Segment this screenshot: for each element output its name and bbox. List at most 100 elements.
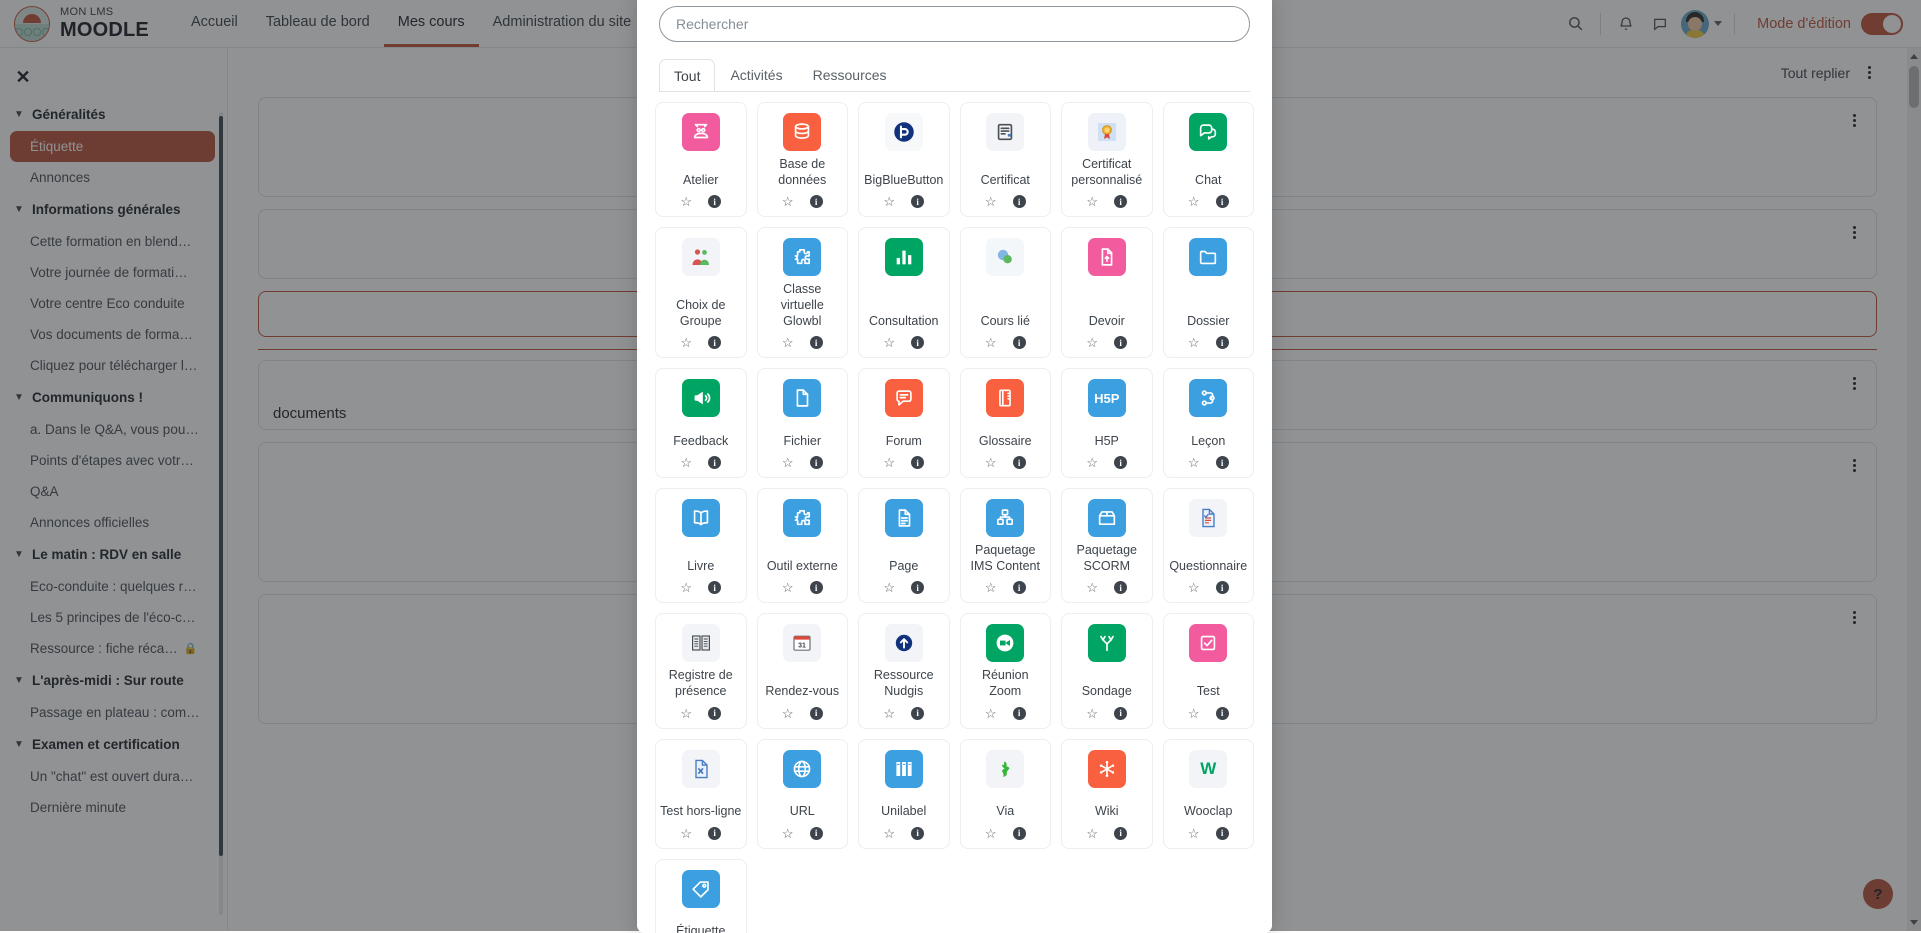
info-icon[interactable]: i [1013, 581, 1026, 594]
star-icon[interactable]: ☆ [883, 336, 895, 349]
star-icon[interactable]: ☆ [1086, 195, 1098, 208]
activity-chooser-card[interactable]: Classe virtuelle Glowbl☆i [757, 227, 849, 358]
info-icon[interactable]: i [1114, 827, 1127, 840]
info-icon[interactable]: i [1114, 195, 1127, 208]
activity-chooser-card[interactable]: Page☆i [858, 488, 950, 603]
star-icon[interactable]: ☆ [985, 581, 997, 594]
star-icon[interactable]: ☆ [782, 195, 794, 208]
star-icon[interactable]: ☆ [680, 195, 692, 208]
star-icon[interactable]: ☆ [1188, 827, 1200, 840]
star-icon[interactable]: ☆ [782, 827, 794, 840]
info-icon[interactable]: i [1216, 456, 1229, 469]
star-icon[interactable]: ☆ [680, 336, 692, 349]
star-icon[interactable]: ☆ [680, 456, 692, 469]
star-icon[interactable]: ☆ [1188, 336, 1200, 349]
activity-chooser-card[interactable]: Registre de présence☆i [655, 613, 747, 728]
info-icon[interactable]: i [911, 827, 924, 840]
star-icon[interactable]: ☆ [782, 336, 794, 349]
activity-chooser-card[interactable]: Fichier☆i [757, 368, 849, 478]
activity-chooser-card[interactable]: Unilabel☆i [858, 739, 950, 849]
activity-chooser-card[interactable]: Paquetage SCORM☆i [1061, 488, 1153, 603]
activity-chooser-card[interactable]: 31Rendez-vous☆i [757, 613, 849, 728]
info-icon[interactable]: i [911, 336, 924, 349]
info-icon[interactable]: i [810, 456, 823, 469]
tab-tout[interactable]: Tout [659, 59, 715, 92]
activity-chooser-card[interactable]: Étiquette☆i [655, 859, 747, 933]
info-icon[interactable]: i [1216, 336, 1229, 349]
tab-activites[interactable]: Activités [715, 58, 797, 91]
info-icon[interactable]: i [1013, 336, 1026, 349]
activity-chooser-card[interactable]: Base de données☆i [757, 102, 849, 217]
info-icon[interactable]: i [1114, 456, 1127, 469]
activity-chooser-card[interactable]: Chat☆i [1163, 102, 1255, 217]
star-icon[interactable]: ☆ [1188, 195, 1200, 208]
star-icon[interactable]: ☆ [680, 827, 692, 840]
activity-chooser-card[interactable]: Leçon☆i [1163, 368, 1255, 478]
activity-chooser-card[interactable]: Via☆i [960, 739, 1052, 849]
info-icon[interactable]: i [1216, 195, 1229, 208]
info-icon[interactable]: i [810, 336, 823, 349]
star-icon[interactable]: ☆ [782, 707, 794, 720]
star-icon[interactable]: ☆ [985, 195, 997, 208]
info-icon[interactable]: i [708, 707, 721, 720]
search-input[interactable] [659, 6, 1250, 42]
star-icon[interactable]: ☆ [883, 456, 895, 469]
activity-chooser-card[interactable]: Questionnaire☆i [1163, 488, 1255, 603]
activity-chooser-card[interactable]: H5PH5P☆i [1061, 368, 1153, 478]
activity-chooser-card[interactable]: Certificat☆i [960, 102, 1052, 217]
star-icon[interactable]: ☆ [1188, 456, 1200, 469]
star-icon[interactable]: ☆ [1086, 827, 1098, 840]
activity-chooser-card[interactable]: Réunion Zoom☆i [960, 613, 1052, 728]
activity-chooser-card[interactable]: Glossaire☆i [960, 368, 1052, 478]
activity-chooser-card[interactable]: WWooclap☆i [1163, 739, 1255, 849]
info-icon[interactable]: i [1216, 827, 1229, 840]
activity-chooser-card[interactable]: Ressource Nudgis☆i [858, 613, 950, 728]
star-icon[interactable]: ☆ [985, 456, 997, 469]
activity-chooser-card[interactable]: URL☆i [757, 739, 849, 849]
activity-chooser-card[interactable]: Dossier☆i [1163, 227, 1255, 358]
activity-chooser-card[interactable]: Cours lié☆i [960, 227, 1052, 358]
info-icon[interactable]: i [708, 581, 721, 594]
info-icon[interactable]: i [1013, 827, 1026, 840]
star-icon[interactable]: ☆ [1188, 707, 1200, 720]
activity-chooser-card[interactable]: Devoir☆i [1061, 227, 1153, 358]
info-icon[interactable]: i [911, 456, 924, 469]
star-icon[interactable]: ☆ [782, 456, 794, 469]
info-icon[interactable]: i [1114, 336, 1127, 349]
info-icon[interactable]: i [911, 581, 924, 594]
star-icon[interactable]: ☆ [1086, 707, 1098, 720]
info-icon[interactable]: i [708, 195, 721, 208]
star-icon[interactable]: ☆ [1086, 456, 1098, 469]
info-icon[interactable]: i [708, 456, 721, 469]
info-icon[interactable]: i [911, 707, 924, 720]
star-icon[interactable]: ☆ [1086, 336, 1098, 349]
info-icon[interactable]: i [810, 827, 823, 840]
tab-ressources[interactable]: Ressources [798, 58, 902, 91]
star-icon[interactable]: ☆ [985, 336, 997, 349]
star-icon[interactable]: ☆ [985, 827, 997, 840]
star-icon[interactable]: ☆ [883, 827, 895, 840]
info-icon[interactable]: i [708, 336, 721, 349]
star-icon[interactable]: ☆ [680, 581, 692, 594]
star-icon[interactable]: ☆ [680, 707, 692, 720]
activity-chooser-card[interactable]: Paquetage IMS Content☆i [960, 488, 1052, 603]
info-icon[interactable]: i [810, 707, 823, 720]
info-icon[interactable]: i [1114, 581, 1127, 594]
activity-chooser-card[interactable]: Test☆i [1163, 613, 1255, 728]
info-icon[interactable]: i [1216, 707, 1229, 720]
info-icon[interactable]: i [1013, 195, 1026, 208]
info-icon[interactable]: i [1013, 707, 1026, 720]
activity-chooser-card[interactable]: Outil externe☆i [757, 488, 849, 603]
info-icon[interactable]: i [1216, 581, 1229, 594]
activity-chooser-card[interactable]: Sondage☆i [1061, 613, 1153, 728]
activity-chooser-card[interactable]: Certificat personnalisé☆i [1061, 102, 1153, 217]
info-icon[interactable]: i [1114, 707, 1127, 720]
star-icon[interactable]: ☆ [883, 707, 895, 720]
activity-chooser-card[interactable]: Livre☆i [655, 488, 747, 603]
star-icon[interactable]: ☆ [1188, 581, 1200, 594]
info-icon[interactable]: i [1013, 456, 1026, 469]
activity-chooser-card[interactable]: Choix de Groupe☆i [655, 227, 747, 358]
info-icon[interactable]: i [810, 581, 823, 594]
activity-chooser-card[interactable]: Wiki☆i [1061, 739, 1153, 849]
info-icon[interactable]: i [708, 827, 721, 840]
